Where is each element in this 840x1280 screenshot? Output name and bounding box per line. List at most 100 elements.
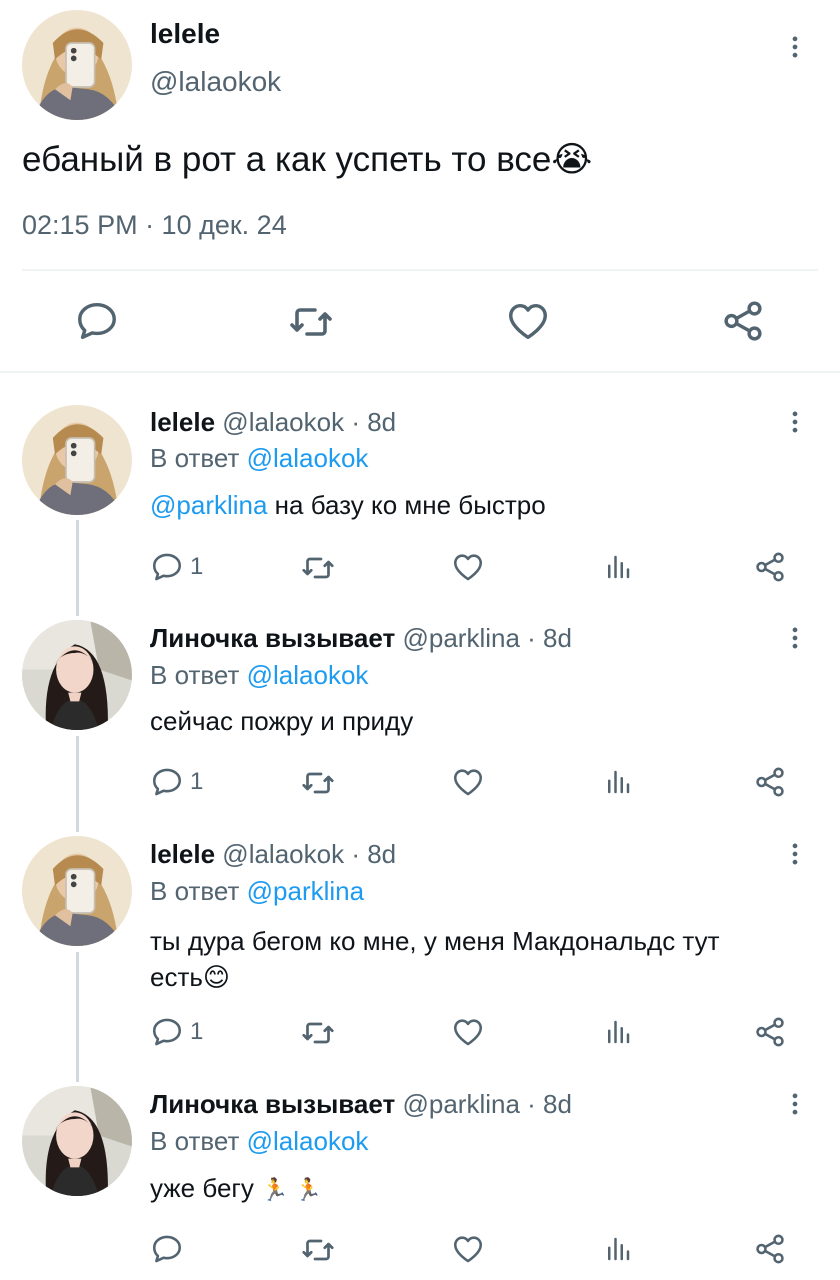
reply-to-line: В ответ @lalaokok <box>150 660 368 691</box>
crying-emoji: 😭 <box>551 140 593 179</box>
like-button[interactable] <box>451 1015 485 1049</box>
reply-body: на базу ко мне быстро <box>267 490 546 520</box>
reply-prefix: В ответ <box>150 1126 247 1156</box>
handle[interactable]: @parklina <box>402 1089 519 1119</box>
avatar[interactable] <box>22 1086 132 1196</box>
like-icon <box>451 1015 485 1049</box>
display-name[interactable]: Линочка вызывает <box>150 1089 395 1119</box>
retweet-button[interactable] <box>300 765 336 801</box>
handle[interactable]: @lalaokok <box>222 839 344 869</box>
retweet-icon <box>300 1232 336 1268</box>
views-button[interactable] <box>603 1017 633 1047</box>
more-icon[interactable] <box>775 834 815 874</box>
thread-line <box>76 736 79 832</box>
views-icon <box>603 767 633 797</box>
like-button[interactable] <box>451 550 485 584</box>
reply-icon <box>150 1015 184 1049</box>
display-name[interactable]: lelele <box>150 407 215 437</box>
reply-text: ты дура бегом ко мне, у меня Макдональдс… <box>150 923 720 995</box>
age: · 8d <box>519 1089 572 1119</box>
more-icon[interactable] <box>775 27 815 67</box>
divider <box>22 269 818 271</box>
reply-header: Линочка вызывает @parklina · 8d <box>150 1089 572 1120</box>
section-divider <box>0 371 840 373</box>
thread-line <box>76 952 79 1082</box>
like-icon <box>451 1232 485 1266</box>
share-button[interactable] <box>753 765 787 799</box>
share-icon <box>753 1232 787 1266</box>
views-icon <box>603 1234 633 1264</box>
avatar[interactable] <box>22 405 132 515</box>
reply-icon <box>150 765 184 799</box>
share-icon <box>753 550 787 584</box>
reply-button[interactable]: 1 <box>150 550 203 584</box>
reply-count: 1 <box>190 1018 204 1045</box>
views-icon <box>603 1017 633 1047</box>
retweet-icon <box>300 550 336 586</box>
handle[interactable]: @parklina <box>402 623 519 653</box>
reply-body-word: есть <box>150 962 203 992</box>
reply-to-line: В ответ @lalaokok <box>150 1126 368 1157</box>
share-icon <box>753 1015 787 1049</box>
reply-button[interactable]: 1 <box>150 1015 203 1049</box>
reply-to-link[interactable]: @lalaokok <box>247 443 369 473</box>
like-button[interactable] <box>451 1232 485 1266</box>
more-icon[interactable] <box>775 1084 815 1124</box>
reply-to-link[interactable]: @lalaokok <box>247 1126 369 1156</box>
display-name[interactable]: Линочка вызывает <box>150 623 395 653</box>
reply-button[interactable]: 1 <box>150 765 203 799</box>
retweet-icon <box>300 765 336 801</box>
share-button[interactable] <box>753 1232 787 1266</box>
timestamp[interactable]: 02:15 PM · 10 дек. 24 <box>22 210 287 241</box>
like-button[interactable] <box>451 765 485 799</box>
reply-header: Линочка вызывает @parklina · 8d <box>150 623 572 654</box>
age: · 8d <box>519 623 572 653</box>
reply-count: 1 <box>190 553 204 580</box>
reply-text: уже бегу 🏃 🏃 <box>150 1173 322 1204</box>
handle[interactable]: @lalaokok <box>222 407 344 437</box>
views-icon <box>603 552 633 582</box>
like-icon[interactable] <box>505 298 551 344</box>
avatar[interactable] <box>22 836 132 946</box>
retweet-button[interactable] <box>300 550 336 586</box>
views-button[interactable] <box>603 1234 633 1264</box>
reply-prefix: В ответ <box>150 443 247 473</box>
views-button[interactable] <box>603 552 633 582</box>
retweet-icon[interactable] <box>287 298 335 346</box>
share-icon <box>753 765 787 799</box>
more-icon[interactable] <box>775 402 815 442</box>
like-icon <box>451 765 485 799</box>
reply-to-link[interactable]: @lalaokok <box>247 660 369 690</box>
reply-prefix: В ответ <box>150 660 247 690</box>
retweet-button[interactable] <box>300 1015 336 1051</box>
handle[interactable]: @lalaokok <box>150 66 281 98</box>
tweet-body: ебаный в рот а как успеть то все <box>22 140 552 179</box>
share-button[interactable] <box>753 1015 787 1049</box>
display-name[interactable]: lelele <box>150 839 215 869</box>
runner-emoji: 🏃 🏃 <box>261 1177 323 1202</box>
more-icon[interactable] <box>775 618 815 658</box>
share-icon[interactable] <box>720 298 766 344</box>
mention-link[interactable]: @parklina <box>150 490 267 520</box>
reply-icon[interactable] <box>74 298 120 344</box>
reply-text: сейчас пожру и приду <box>150 706 414 736</box>
smile-emoji: 😊 <box>202 962 231 992</box>
reply-icon <box>150 1232 184 1266</box>
reply-header: lelele @lalaokok · 8d <box>150 839 396 870</box>
reply-button[interactable] <box>150 1232 190 1266</box>
display-name[interactable]: lelele <box>150 18 220 50</box>
reply-prefix: В ответ <box>150 876 247 906</box>
avatar[interactable] <box>22 620 132 730</box>
reply-to-link[interactable]: @parklina <box>247 876 364 906</box>
age: · 8d <box>344 839 397 869</box>
share-button[interactable] <box>753 550 787 584</box>
thread-line <box>76 520 79 616</box>
reply-body-line2: есть😊 <box>150 959 720 995</box>
reply-body: уже бегу <box>150 1173 262 1203</box>
retweet-button[interactable] <box>300 1232 336 1268</box>
views-button[interactable] <box>603 767 633 797</box>
avatar[interactable] <box>22 10 132 120</box>
reply-to-line: В ответ @lalaokok <box>150 443 368 474</box>
reply-text: @parklina на базу ко мне быстро <box>150 490 546 521</box>
like-icon <box>451 550 485 584</box>
